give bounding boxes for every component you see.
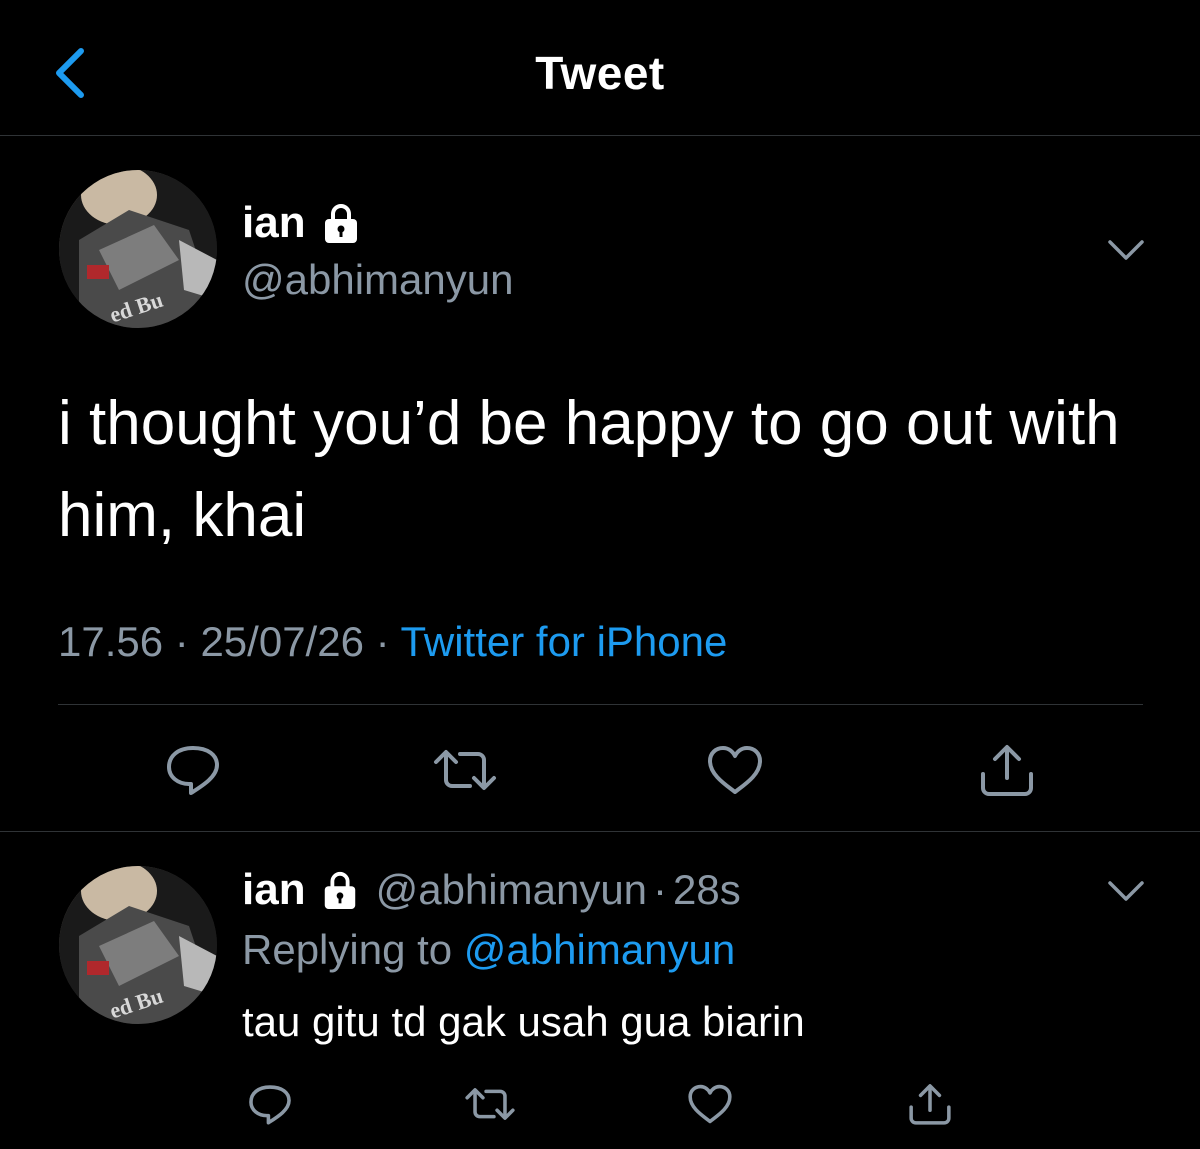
tweet-time: 17.56	[58, 618, 164, 665]
replying-to: Replying to @abhimanyun	[242, 926, 735, 974]
like-button[interactable]	[682, 1076, 738, 1132]
top-nav-bar: Tweet	[0, 0, 1200, 136]
author-handle[interactable]: @abhimanyun	[242, 256, 513, 304]
share-button[interactable]	[972, 735, 1042, 805]
tweet-text: i thought you’d be happy to go out with …	[58, 389, 1120, 550]
avatar-photo: ed Bu	[59, 170, 217, 328]
replying-to-label: Replying to	[242, 926, 453, 973]
reply-author-name[interactable]: ian	[242, 865, 306, 915]
retweet-icon	[434, 750, 496, 790]
reply-header: ian @abhimanyun · 28s	[242, 865, 741, 915]
meta-separator: ·	[375, 618, 390, 665]
retweet-button[interactable]	[430, 735, 500, 805]
reply-icon	[249, 1084, 291, 1125]
replying-to-mention[interactable]: @abhimanyun	[464, 926, 735, 973]
divider	[58, 704, 1143, 705]
share-icon	[981, 745, 1033, 796]
page-title: Tweet	[535, 47, 665, 99]
divider	[0, 831, 1200, 832]
meta-separator: ·	[174, 618, 189, 665]
like-icon	[688, 1084, 732, 1124]
like-button[interactable]	[700, 735, 770, 805]
chevron-down-icon[interactable]	[1106, 237, 1146, 263]
share-icon	[909, 1084, 951, 1125]
reply-button[interactable]	[242, 1076, 298, 1132]
reply-text: tau gitu td gak usah gua biarin	[242, 998, 805, 1045]
lock-icon	[324, 871, 355, 910]
retweet-icon	[465, 1088, 515, 1120]
chevron-down-icon[interactable]	[1106, 878, 1146, 904]
avatar[interactable]: ed Bu	[59, 866, 217, 1024]
avatar[interactable]: ed Bu	[59, 170, 217, 328]
reply-button[interactable]	[158, 735, 228, 805]
tweet-detail-screen: Tweet ed Bu ian @abhimanyun i thought yo…	[0, 0, 1200, 1149]
tweet-meta: 17.56 · 25/07/26 · Twitter for iPhone	[58, 618, 727, 666]
like-icon	[708, 746, 762, 794]
avatar-photo: ed Bu	[59, 866, 217, 1024]
author-name-row[interactable]: ian	[242, 198, 362, 248]
lock-icon	[324, 204, 357, 243]
reply-timestamp: 28s	[673, 866, 741, 913]
tweet-source-link[interactable]: Twitter for iPhone	[401, 618, 728, 665]
author-name[interactable]: ian	[242, 198, 306, 248]
share-button[interactable]	[902, 1076, 958, 1132]
retweet-button[interactable]	[462, 1076, 518, 1132]
meta-separator: ·	[653, 866, 668, 913]
reply-icon	[167, 746, 219, 795]
tweet-date: 25/07/26	[200, 618, 364, 665]
reply-author-handle[interactable]: @abhimanyun	[376, 866, 647, 914]
